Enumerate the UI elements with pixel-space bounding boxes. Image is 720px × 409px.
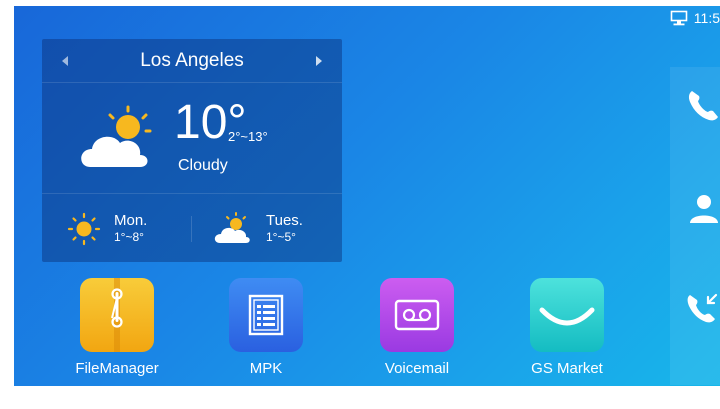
forecast-day-name: Tues. xyxy=(266,212,303,229)
weather-forecast: Mon. 1°~8° Tues. 1°~5° xyxy=(42,193,342,262)
forecast-day: Mon. 1°~8° xyxy=(42,194,192,263)
sun-icon xyxy=(66,212,106,246)
app-mpk[interactable]: MPK xyxy=(193,278,339,382)
weather-city: Los Angeles xyxy=(140,49,244,71)
status-time: 11:5 xyxy=(693,10,720,26)
mpk-icon[interactable] xyxy=(229,278,303,352)
app-label: GS Market xyxy=(531,360,603,377)
app-grid: FileManager MPK Voicemail GS Market xyxy=(44,278,644,382)
right-dock xyxy=(670,67,720,385)
voicemail-icon[interactable] xyxy=(380,278,454,352)
screen-frame-bottom xyxy=(0,386,720,409)
phone-icon[interactable] xyxy=(684,85,720,125)
call-history-icon[interactable] xyxy=(684,287,720,327)
screen-frame-left xyxy=(0,0,14,409)
partly-cloudy-icon xyxy=(76,105,158,175)
ethernet-icon xyxy=(670,10,688,26)
partly-cloudy-icon xyxy=(212,212,252,246)
status-bar: 11:5 xyxy=(670,8,720,28)
app-label: MPK xyxy=(249,360,283,377)
forecast-day: Tues. 1°~5° xyxy=(192,194,342,263)
app-filemanager[interactable]: FileManager xyxy=(44,278,190,382)
next-city-arrow-icon[interactable] xyxy=(312,54,326,68)
forecast-day-range: 1°~5° xyxy=(266,230,296,244)
weather-header: Los Angeles xyxy=(42,39,342,83)
forecast-day-name: Mon. xyxy=(114,212,148,229)
home-screen: 11:5 Los Angeles 10° 2°~13° Cloudy Mon. … xyxy=(0,0,720,409)
weather-current: 10° 2°~13° Cloudy xyxy=(42,83,342,193)
app-label: FileManager xyxy=(75,360,159,377)
screen-frame-top xyxy=(0,0,720,6)
forecast-day-range: 1°~8° xyxy=(114,230,144,244)
contacts-icon[interactable] xyxy=(684,189,720,229)
prev-city-arrow-icon[interactable] xyxy=(58,54,72,68)
file-manager-icon[interactable] xyxy=(80,278,154,352)
weather-condition: Cloudy xyxy=(178,157,228,174)
app-gs-market[interactable]: GS Market xyxy=(494,278,640,382)
weather-widget[interactable]: Los Angeles 10° 2°~13° Cloudy Mon. 1°~8°… xyxy=(42,39,342,262)
gs-market-icon[interactable] xyxy=(530,278,604,352)
app-voicemail[interactable]: Voicemail xyxy=(344,278,490,382)
app-label: Voicemail xyxy=(384,360,450,377)
current-range: 2°~13° xyxy=(228,129,268,144)
